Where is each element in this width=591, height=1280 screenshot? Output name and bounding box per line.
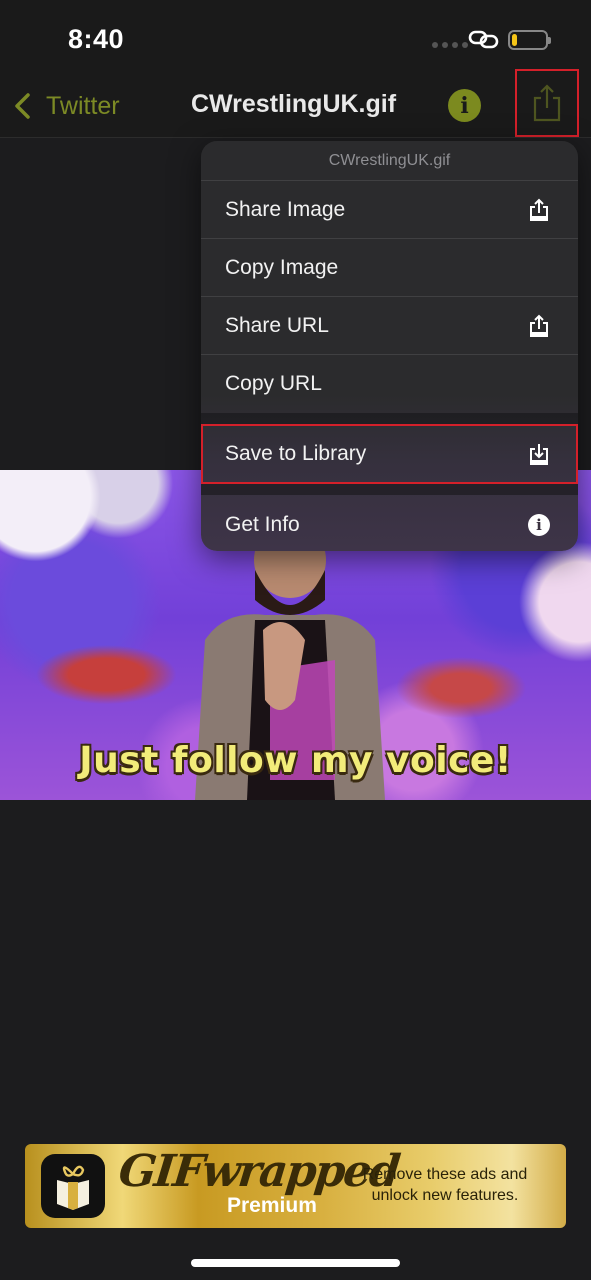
gifwrapped-app-icon <box>41 1154 105 1218</box>
ad-message: Remove these ads and unlock new features… <box>362 1166 528 1204</box>
premium-label: Premium <box>227 1194 317 1217</box>
share-icon <box>528 198 550 222</box>
back-button[interactable]: Twitter <box>12 86 120 126</box>
info-icon: i <box>460 92 469 119</box>
navigation-bar: Twitter CWrestlingUK.gif i <box>0 69 591 138</box>
menu-item-get-info[interactable]: Get Info i <box>201 495 578 551</box>
share-icon <box>533 84 561 122</box>
menu-section-divider <box>201 484 578 495</box>
share-button[interactable] <box>515 69 579 137</box>
menu-item-label: Copy Image <box>225 255 339 279</box>
share-context-menu: CWrestlingUK.gif Share Image Copy Image … <box>201 141 578 551</box>
cellular-signal-icon <box>432 42 468 48</box>
info-glyph: i <box>536 515 542 534</box>
home-indicator[interactable] <box>191 1259 400 1267</box>
menu-item-share-image[interactable]: Share Image <box>201 181 578 239</box>
menu-item-label: Save to Library <box>225 441 367 465</box>
info-button[interactable]: i <box>448 89 481 122</box>
premium-ad-banner[interactable]: GIFwrapped Premium Remove these ads and … <box>25 1144 566 1228</box>
battery-level <box>512 34 517 46</box>
menu-item-label: Copy URL <box>225 372 322 395</box>
status-bar: 8:40 <box>0 0 591 78</box>
info-circle: i <box>528 514 550 536</box>
menu-header: CWrestlingUK.gif <box>201 141 578 181</box>
menu-item-save-to-library[interactable]: Save to Library <box>201 424 578 484</box>
menu-item-share-url[interactable]: Share URL <box>201 297 578 355</box>
battery-icon <box>508 30 551 50</box>
chevron-left-icon <box>15 93 30 119</box>
share-icon <box>528 314 550 338</box>
back-label: Twitter <box>46 91 120 120</box>
status-time: 8:40 <box>68 24 125 54</box>
menu-item-label: Share Image <box>225 197 346 221</box>
menu-item-copy-image[interactable]: Copy Image <box>201 239 578 297</box>
menu-item-label: Share URL <box>225 313 329 337</box>
page-title-text: CWrestlingUK.gif <box>190 90 397 118</box>
menu-section-divider <box>201 413 578 424</box>
menu-item-copy-url[interactable]: Copy URL <box>201 355 578 413</box>
info-icon: i <box>528 513 550 537</box>
gif-caption: Just follow my voice! <box>79 740 512 781</box>
personal-hotspot-icon <box>468 30 499 49</box>
download-icon <box>528 442 550 466</box>
menu-item-label: Get Info <box>225 513 300 536</box>
